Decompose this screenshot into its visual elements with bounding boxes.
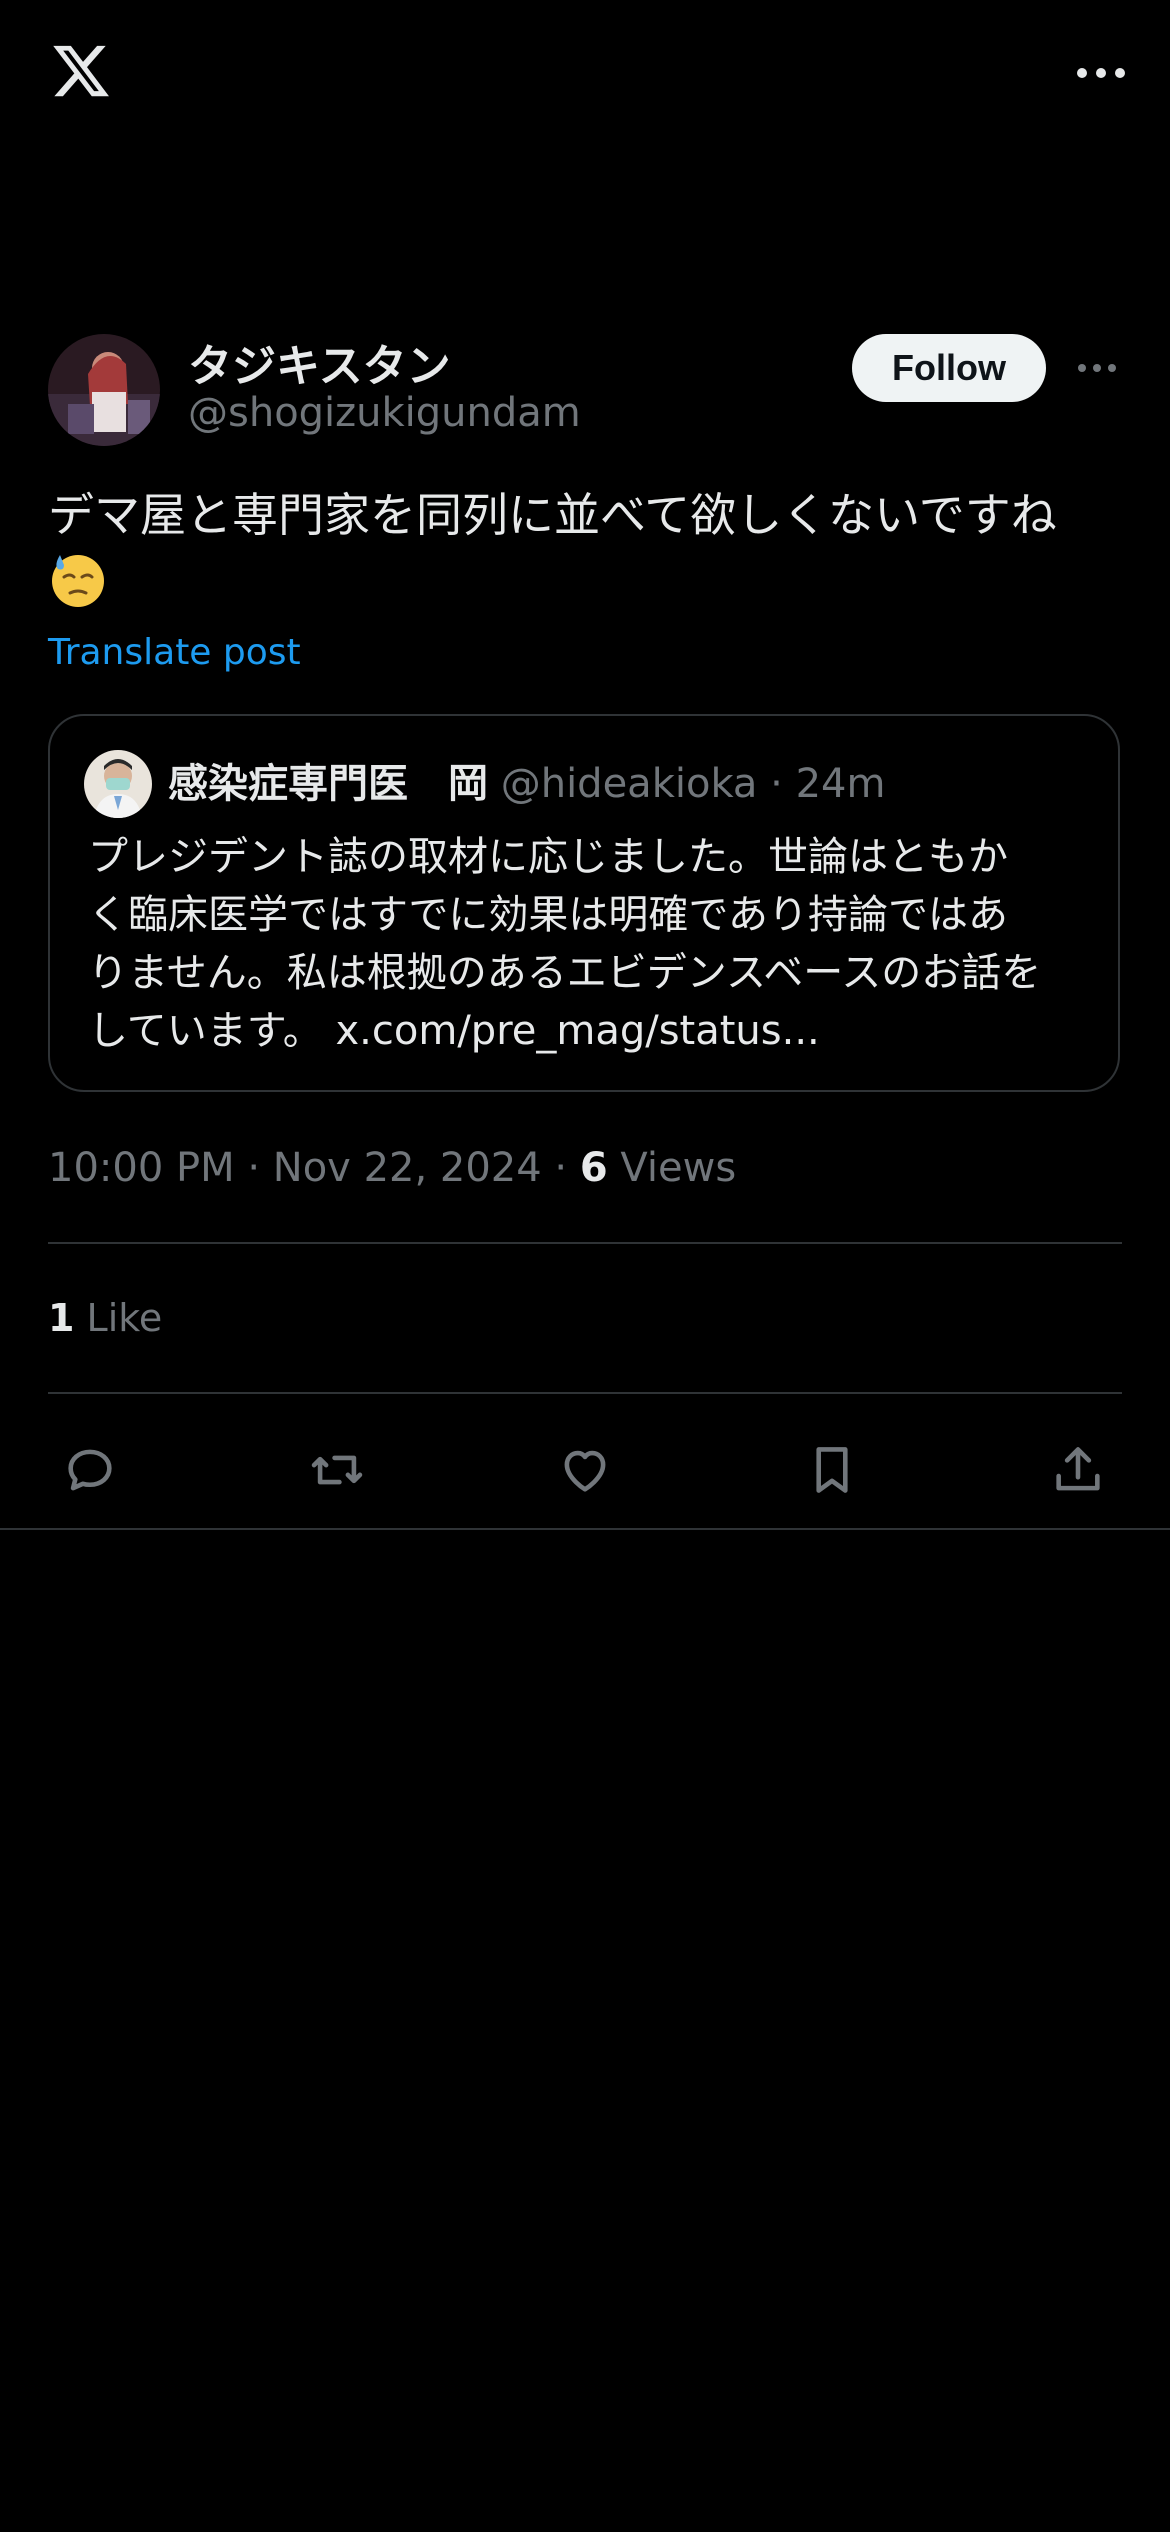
- repost-icon[interactable]: [297, 1430, 377, 1510]
- divider: [48, 1392, 1122, 1394]
- heart-icon[interactable]: [545, 1430, 625, 1510]
- post-author: タジキスタン @shogizukigundam Follow: [0, 330, 1170, 450]
- reply-icon[interactable]: [50, 1430, 130, 1510]
- share-icon[interactable]: [1038, 1430, 1118, 1510]
- quoted-text-line: しています。 x.com/pre_mag/status...: [88, 1008, 820, 1054]
- quoted-timestamp[interactable]: 24m: [796, 761, 886, 807]
- translate-post-link[interactable]: Translate post: [48, 632, 301, 673]
- quoted-header: 感染症専門医 岡 @hideakioka · 24m: [168, 754, 885, 814]
- quoted-text-line: りません。私は根拠のあるエビデンスベースのお話を: [88, 950, 1042, 996]
- bookmark-icon[interactable]: [792, 1430, 872, 1510]
- downcast-sweat-emoji-icon: [48, 549, 108, 609]
- follow-button[interactable]: Follow: [852, 334, 1046, 402]
- author-handle[interactable]: @shogizukigundam: [188, 390, 581, 436]
- avatar[interactable]: [48, 334, 160, 446]
- author-name[interactable]: タジキスタン: [188, 330, 451, 394]
- divider: [48, 1242, 1122, 1244]
- action-bar: [0, 1420, 1170, 1520]
- post-more-icon[interactable]: [1076, 358, 1118, 378]
- likes-summary[interactable]: 1 Like: [48, 1288, 162, 1348]
- post-date[interactable]: Nov 22, 2024: [273, 1145, 542, 1191]
- x-logo-icon[interactable]: [48, 40, 114, 102]
- top-bar: [0, 0, 1170, 150]
- post-meta: 10:00 PM · Nov 22, 2024 · 6 Views: [48, 1138, 736, 1198]
- quoted-author-name[interactable]: 感染症専門医 岡: [168, 761, 488, 807]
- divider: [0, 1528, 1170, 1530]
- quoted-avatar[interactable]: [84, 750, 152, 818]
- quoted-separator: ·: [770, 761, 783, 807]
- post-text: デマ屋と専門家を同列に並べて欲しくないですね: [48, 485, 1128, 609]
- quoted-author-handle[interactable]: @hideakioka: [501, 761, 758, 807]
- views-label: Views: [620, 1145, 737, 1191]
- likes-count: 1: [48, 1296, 75, 1340]
- meta-separator: ·: [247, 1145, 261, 1191]
- meta-separator: ·: [554, 1145, 568, 1191]
- views-count: 6: [579, 1145, 608, 1191]
- quoted-post-card[interactable]: 感染症専門医 岡 @hideakioka · 24m プレジデント誌の取材に応じ…: [48, 714, 1120, 1092]
- quoted-text-line: プレジデント誌の取材に応じました。世論はともか: [88, 834, 1008, 880]
- likes-label: Like: [86, 1296, 163, 1340]
- post-text-line: デマ屋と専門家を同列に並べて欲しくないですね: [48, 488, 1057, 542]
- quoted-text-line: く臨床医学ではすでに効果は明確であり持論ではあ: [88, 892, 1008, 938]
- quoted-text: プレジデント誌の取材に応じました。世論はともか く臨床医学ではすでに効果は明確で…: [88, 828, 1098, 1060]
- more-horizontal-icon[interactable]: [1074, 58, 1128, 88]
- post-time[interactable]: 10:00 PM: [48, 1145, 235, 1191]
